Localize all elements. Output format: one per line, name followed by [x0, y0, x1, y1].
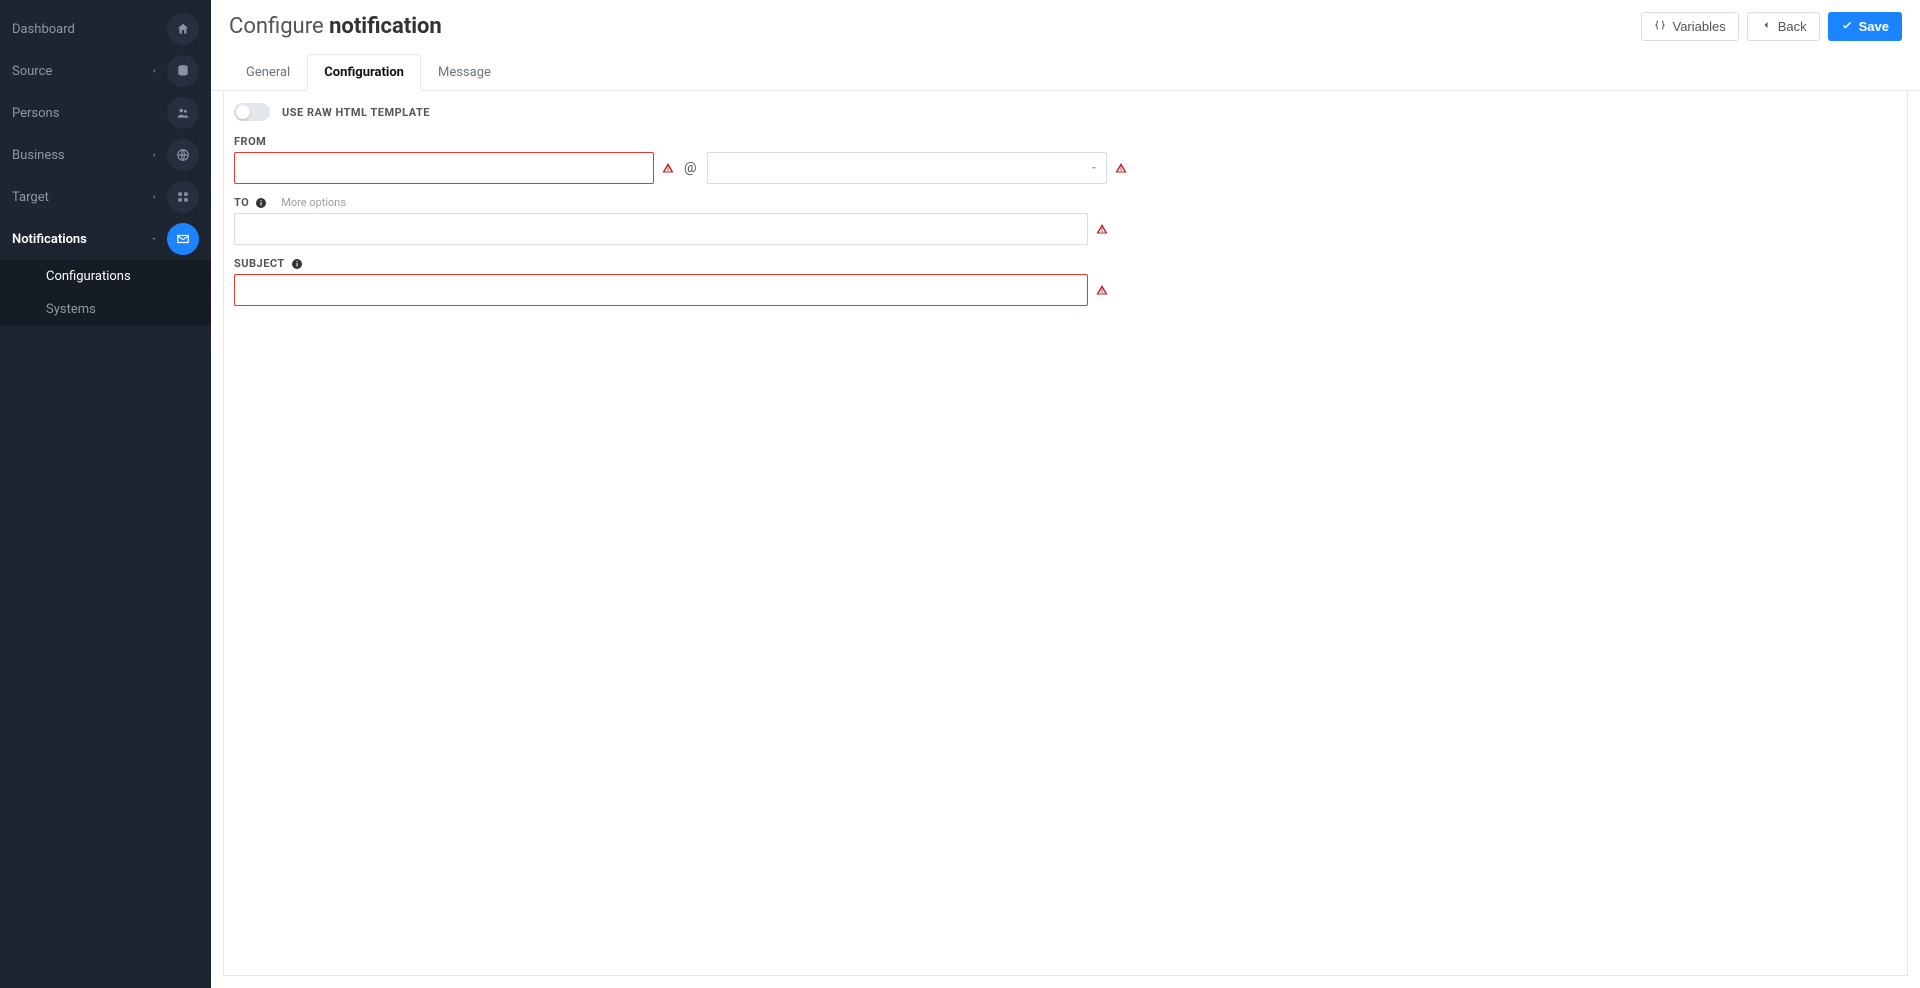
sidebar-item-label: Dashboard	[12, 22, 75, 37]
back-label: Back	[1778, 19, 1807, 34]
warning-icon	[1096, 284, 1108, 296]
subject-label-row: SUBJECT	[234, 257, 1897, 270]
to-label: TO	[234, 196, 249, 209]
chevron-left-icon	[149, 150, 159, 160]
warning-icon	[1096, 223, 1108, 235]
braces-icon	[1654, 19, 1666, 34]
home-icon	[167, 13, 199, 45]
at-symbol: @	[682, 160, 699, 176]
raw-html-toggle-row: USE RAW HTML TEMPLATE	[234, 103, 1897, 121]
variables-button[interactable]: Variables	[1641, 12, 1738, 41]
topbar: Configure notification Variables Back	[211, 0, 1920, 53]
domain-select[interactable]	[707, 152, 1107, 184]
database-icon	[167, 55, 199, 87]
main: Configure notification Variables Back	[211, 0, 1920, 988]
subject-input[interactable]	[234, 274, 1088, 306]
sidebar-item-label: Business	[12, 148, 65, 163]
tabs: General Configuration Message	[211, 53, 1920, 91]
tab-message[interactable]: Message	[421, 54, 508, 91]
save-label: Save	[1859, 19, 1889, 34]
sidebar-item-label: Persons	[12, 106, 59, 121]
warning-icon	[662, 162, 674, 174]
sidebar-item-persons[interactable]: Persons	[0, 92, 211, 134]
to-label-row: TO More options	[234, 196, 1897, 209]
to-more-options[interactable]: More options	[281, 196, 346, 209]
grid-icon	[167, 181, 199, 213]
top-actions: Variables Back Save	[1641, 12, 1902, 41]
page-title: Configure notification	[229, 14, 442, 39]
sidebar-item-label: Notifications	[12, 232, 87, 247]
chevron-left-icon	[1760, 19, 1772, 34]
sidebar-sub-notifications: Configurations Systems	[0, 260, 211, 326]
sidebar-item-notifications[interactable]: Notifications	[0, 218, 211, 260]
sidebar-sub-configurations[interactable]: Configurations	[0, 260, 211, 293]
back-button[interactable]: Back	[1747, 12, 1820, 41]
sidebar-item-business[interactable]: Business	[0, 134, 211, 176]
sidebar-item-target[interactable]: Target	[0, 176, 211, 218]
save-button[interactable]: Save	[1828, 12, 1902, 41]
subject-label: SUBJECT	[234, 257, 285, 270]
mail-icon	[167, 223, 199, 255]
info-icon	[255, 197, 267, 209]
caret-down-icon	[1090, 164, 1098, 172]
from-label: FROM	[234, 135, 1897, 148]
tab-configuration[interactable]: Configuration	[307, 54, 421, 91]
warning-icon	[1115, 162, 1127, 174]
page-title-light: Configure	[229, 14, 324, 39]
chevron-left-icon	[149, 192, 159, 202]
tab-general[interactable]: General	[229, 54, 307, 91]
sidebar-item-label: Target	[12, 190, 49, 205]
variables-label: Variables	[1672, 19, 1725, 34]
raw-html-toggle[interactable]	[234, 103, 270, 121]
to-input[interactable]	[234, 213, 1088, 245]
sidebar-item-label: Source	[12, 64, 52, 79]
users-icon	[167, 97, 199, 129]
sidebar: Dashboard Source Persons Business	[0, 0, 211, 988]
sidebar-item-source[interactable]: Source	[0, 50, 211, 92]
from-input[interactable]	[234, 152, 654, 184]
chevron-down-icon	[149, 234, 159, 244]
page-title-bold: notification	[329, 14, 442, 39]
globe-icon	[167, 139, 199, 171]
check-icon	[1841, 19, 1853, 34]
sidebar-item-dashboard[interactable]: Dashboard	[0, 8, 211, 50]
config-panel: USE RAW HTML TEMPLATE FROM @ TO	[223, 91, 1908, 976]
raw-html-toggle-label: USE RAW HTML TEMPLATE	[282, 106, 430, 119]
sidebar-sub-systems[interactable]: Systems	[0, 293, 211, 326]
chevron-left-icon	[149, 66, 159, 76]
info-icon	[291, 258, 303, 270]
